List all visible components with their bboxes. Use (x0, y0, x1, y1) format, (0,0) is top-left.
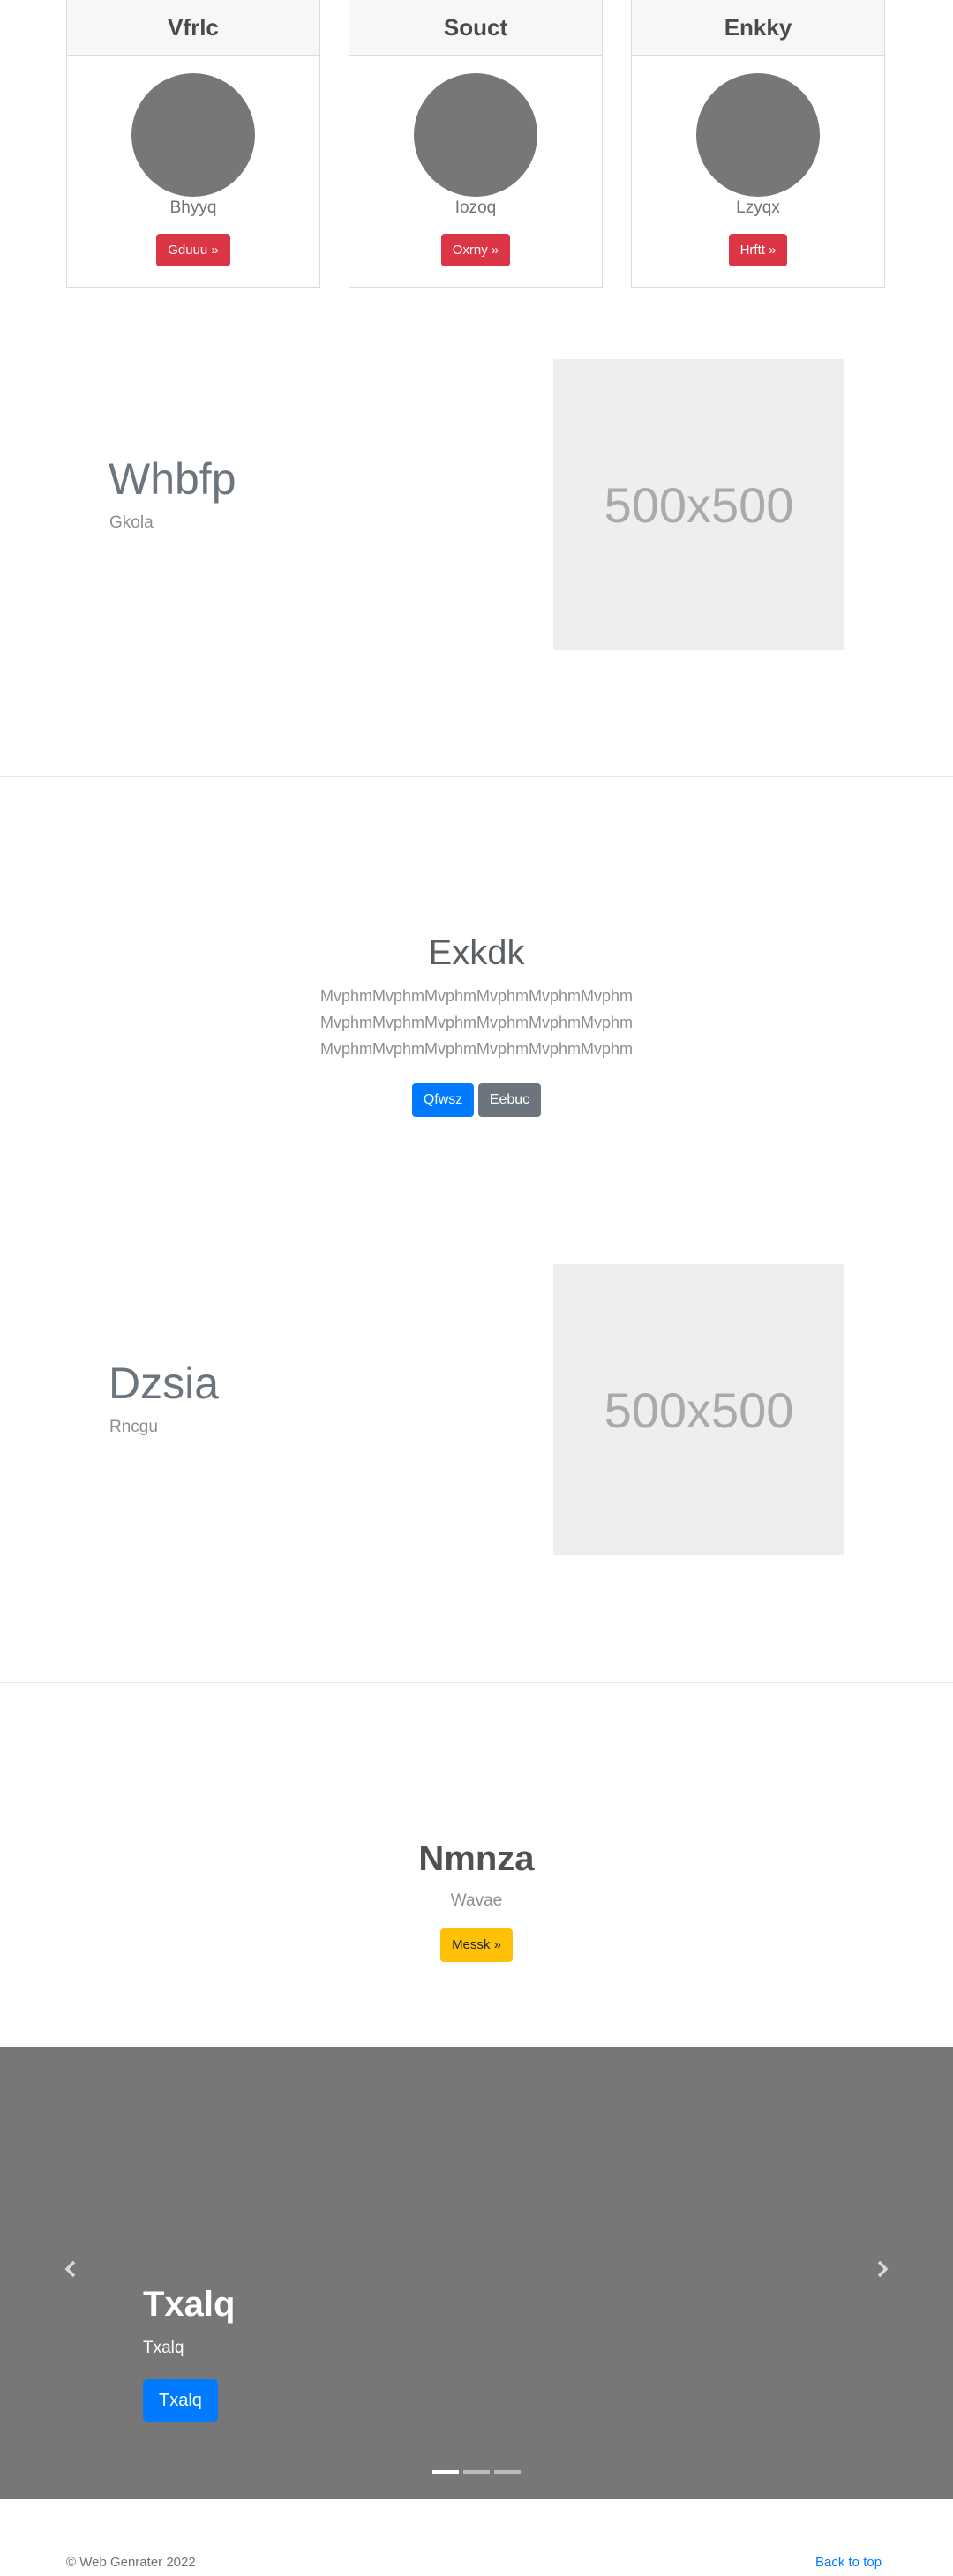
carousel-prev-button[interactable] (53, 2251, 88, 2287)
album-actions: Messk » (0, 1928, 953, 1962)
card-title: Enkky (632, 0, 884, 56)
card: Vfrlc Bhyyq Gduuu » (66, 0, 320, 288)
card: Souct Iozoq Oxrny » (349, 0, 603, 288)
lead-line: MvphmMvphmMvphmMvphmMvphmMvphm (319, 1014, 634, 1031)
placeholder-image: 500x500 (553, 1264, 844, 1555)
featurette-subheading: Rncgu (109, 1418, 158, 1436)
album-title: Nmnza (418, 1839, 535, 1878)
divider (0, 1682, 953, 1683)
image-label: 500x500 (604, 1382, 794, 1438)
carousel-caption-subtitle: Txalq (143, 2339, 184, 2357)
featurette: Whbfp Gkola 500x500 (0, 335, 953, 776)
chevron-right-icon (877, 2260, 889, 2278)
card: Enkky Lzyqx Hrftt » (631, 0, 885, 288)
avatar (131, 73, 255, 197)
divider (0, 776, 953, 777)
card-button[interactable]: Gduuu » (156, 234, 230, 266)
carousel-indicator[interactable] (432, 2470, 459, 2474)
secondary-button[interactable]: Eebuc (477, 1083, 542, 1117)
featurette-subheading: Gkola (109, 513, 154, 532)
featurette-heading: Whbfp (109, 454, 236, 504)
avatar (696, 73, 820, 197)
avatar (414, 73, 537, 197)
jumbotron-buttons: Qfwsz Eebuc (0, 1083, 953, 1117)
carousel-button[interactable]: Txalq (143, 2379, 218, 2422)
card-button[interactable]: Oxrny » (440, 234, 511, 266)
album-subtitle: Wavae (450, 1891, 503, 1910)
card-title: Vfrlc (67, 0, 319, 56)
card-title: Souct (349, 0, 602, 56)
featurette: Dzsia Rncgu 500x500 (0, 1239, 953, 1681)
primary-button[interactable]: Qfwsz (411, 1083, 475, 1117)
carousel-next-button[interactable] (865, 2251, 900, 2287)
carousel: Txalq Txalq Txalq (0, 2047, 953, 2499)
carousel-indicator[interactable] (463, 2470, 490, 2474)
card-text: Bhyyq (169, 198, 217, 217)
jumbotron-lead: MvphmMvphmMvphmMvphmMvphmMvphm MvphmMvph… (0, 983, 953, 1062)
album-button[interactable]: Messk » (440, 1928, 513, 1962)
jumbotron-title: Exkdk (428, 933, 525, 972)
card-button[interactable]: Hrftt » (728, 234, 788, 266)
chevron-left-icon (64, 2260, 76, 2278)
back-to-top-link[interactable]: Back to top (815, 2555, 882, 2570)
placeholder-image: 500x500 (553, 359, 844, 650)
card-text: Lzyqx (736, 198, 780, 217)
featurette-heading: Dzsia (109, 1359, 220, 1408)
card-text: Iozoq (454, 198, 497, 217)
carousel-indicator[interactable] (494, 2470, 521, 2474)
footer-copyright: © Web Genrater 2022 (66, 2555, 196, 2570)
carousel-caption-title: Txalq (143, 2285, 236, 2324)
lead-line: MvphmMvphmMvphmMvphmMvphmMvphm (319, 987, 634, 1005)
lead-line: MvphmMvphmMvphmMvphmMvphmMvphm (319, 1040, 634, 1058)
image-label: 500x500 (604, 476, 794, 533)
